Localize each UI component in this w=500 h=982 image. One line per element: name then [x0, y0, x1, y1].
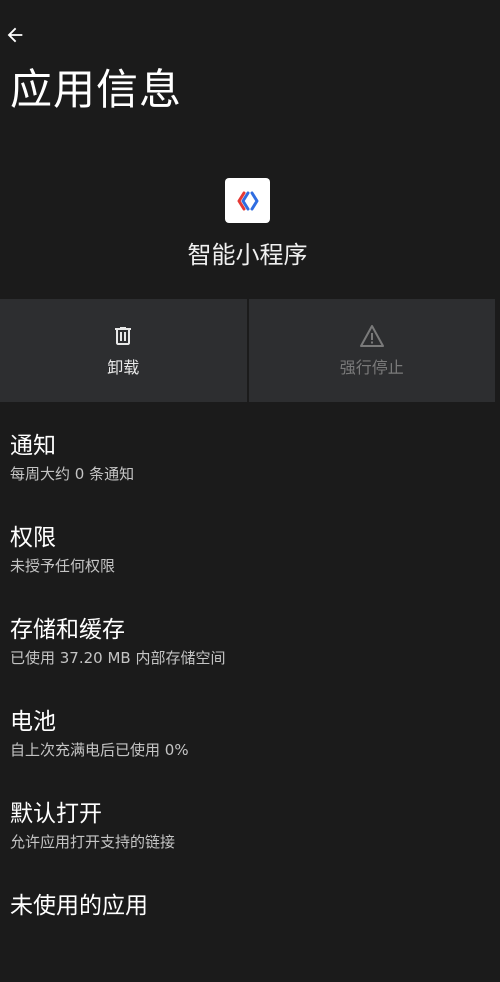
item-title: 默认打开: [10, 801, 102, 827]
uninstall-label: 卸载: [107, 358, 140, 377]
storage-cache-item[interactable]: 存储和缓存 已使用 37.20 MB 内部存储空间: [0, 614, 500, 706]
app-name: 智能小程序: [187, 241, 308, 269]
unused-apps-item[interactable]: 未使用的应用: [0, 890, 500, 982]
item-summary: 未授予任何权限: [10, 557, 116, 575]
item-summary: 已使用 37.20 MB 内部存储空间: [10, 649, 226, 667]
force-stop-button[interactable]: 强行停止: [248, 299, 495, 402]
item-summary: 每周大约 0 条通知: [10, 465, 135, 483]
arrow-back-icon: [7, 27, 23, 43]
app-icon: [225, 178, 270, 223]
item-title: 权限: [10, 525, 56, 551]
notifications-item[interactable]: 通知 每周大约 0 条通知: [0, 430, 500, 522]
page-title: 应用信息: [10, 65, 183, 114]
action-bar: 卸载 强行停止: [0, 299, 495, 402]
permissions-item[interactable]: 权限 未授予任何权限: [0, 522, 500, 614]
battery-item[interactable]: 电池 自上次充满电后已使用 0%: [0, 706, 500, 798]
force-stop-label: 强行停止: [339, 358, 404, 377]
smart-mini-program-icon: [237, 191, 258, 210]
item-title: 存储和缓存: [10, 617, 125, 643]
item-title: 电池: [10, 709, 56, 735]
item-title: 通知: [10, 433, 56, 459]
settings-list: 通知 每周大约 0 条通知 权限 未授予任何权限 存储和缓存 已使用 37.20…: [0, 430, 500, 982]
item-summary: 允许应用打开支持的链接: [10, 833, 176, 851]
back-button[interactable]: [2, 22, 28, 48]
warning-icon: [359, 323, 385, 349]
uninstall-button[interactable]: 卸载: [0, 299, 247, 402]
open-by-default-item[interactable]: 默认打开 允许应用打开支持的链接: [0, 798, 500, 890]
item-summary: 自上次充满电后已使用 0%: [10, 741, 189, 759]
trash-icon: [110, 323, 136, 349]
item-title: 未使用的应用: [10, 893, 148, 919]
